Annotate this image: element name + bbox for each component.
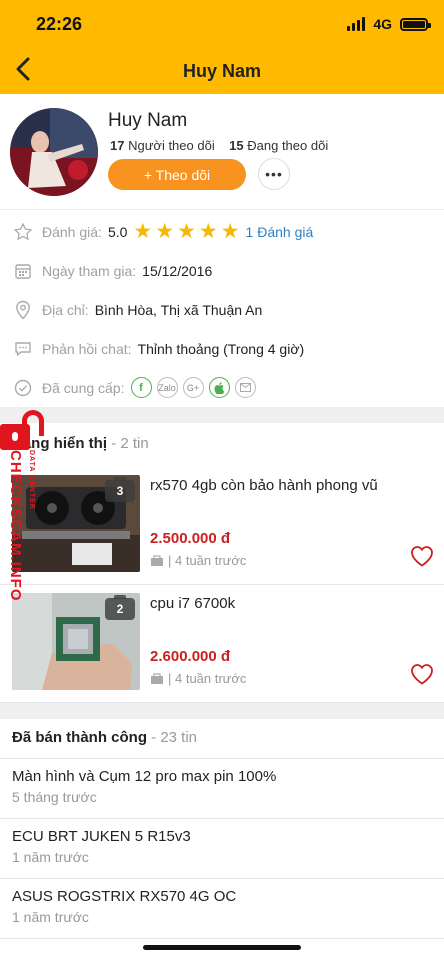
section-divider [0,703,444,719]
address-value: Bình Hòa, Thị xã Thuận An [94,301,263,318]
more-options-button[interactable]: ••• [258,158,290,190]
shop-icon [151,672,163,684]
join-date-row: Ngày tham gia: 15/12/2016 [0,251,444,290]
showing-section-title: Đang hiển thị [12,435,107,452]
sold-section-header: Đã bán thành công - 23 tin [0,719,444,759]
sold-section-count: - 23 tin [151,729,198,746]
listing-thumbnail[interactable]: 3 [12,475,140,572]
signal-icon [347,17,366,31]
section-divider [0,407,444,423]
photo-count-badge: 3 [105,477,135,502]
listing-title[interactable]: rx570 4gb còn bảo hành phong vũ [150,477,378,494]
showing-section-header: Đang hiển thị - 2 tin [0,423,444,467]
heart-icon[interactable] [410,545,434,567]
join-date-label: Ngày tham gia: [42,262,137,279]
listing-thumbnail[interactable]: 2 [12,593,140,690]
battery-icon [400,17,431,31]
listing-time: | 4 tuần trước [168,671,247,686]
listing-time: | 4 tuần trước [168,553,247,568]
listing-meta: | 4 tuần trước [150,671,246,686]
address-row: Địa chỉ: Bình Hòa, Thị xã Thuận An [0,290,444,329]
sold-item-time: 1 năm trước [12,909,89,925]
following-label[interactable]: Đang theo dõi [247,138,328,153]
apple-icon [208,377,230,398]
follow-stats: 17 Người theo dõi 15 Đang theo dõi [110,138,328,153]
verified-label: Đã cung cấp: [42,379,125,396]
listing-item[interactable]: 2 cpu i7 6700k 2.600.000 đ | 4 tuần trướ… [0,585,444,703]
rating-stars: ★ ★ ★ ★ ★ [133,221,239,242]
listing-item[interactable]: 3 rx570 4gb còn bảo hành phong vũ 2.500.… [0,467,444,585]
verified-channels: f Zalo G+ [130,377,256,398]
rating-count-link[interactable]: 1 Đánh giá [246,224,314,240]
join-date-value: 15/12/2016 [142,262,213,279]
sold-item-time: 1 năm trước [12,849,89,865]
google-plus-icon: G+ [182,377,204,398]
avatar[interactable] [10,108,98,196]
followers-count: 17 [110,138,125,153]
calendar-icon [13,261,33,281]
sold-list-item[interactable]: ASUS ROGSTRIX RX570 4G OC 1 năm trước [0,879,444,939]
star-icon: ★ [133,220,153,243]
heart-icon[interactable] [410,663,434,685]
profile-info: Đánh giá: 5.0 ★ ★ ★ ★ ★ 1 Đánh giá Ngày … [0,210,444,407]
chat-response-label: Phản hồi chat: [42,340,132,357]
verified-row: Đã cung cấp: f Zalo G+ [0,368,444,407]
chat-bubble-icon [13,339,33,359]
star-icon: ★ [220,220,240,243]
star-icon: ★ [177,220,196,243]
status-icons: 4G [347,16,431,32]
listing-meta: | 4 tuần trước [150,553,246,568]
avatar-image [10,108,98,196]
listing-price: 2.600.000 đ [150,648,231,665]
sold-item-title: ECU BRT JUKEN 5 R15v3 [12,828,191,845]
showing-section-count: - 2 tin [111,435,149,452]
sold-section-title: Đã bán thành công [12,729,147,746]
home-indicator[interactable] [143,945,301,950]
facebook-icon: f [130,377,152,398]
sold-list-item[interactable]: Màn hình và Cụm 12 pro max pin 100% 5 th… [0,759,444,819]
network-label: 4G [373,16,392,32]
location-pin-icon [13,300,33,320]
shop-icon [151,554,163,566]
page-title: Huy Nam [182,61,262,81]
star-icon: ★ [198,220,218,243]
status-time: 22:26 [36,14,83,34]
rating-row: Đánh giá: 5.0 ★ ★ ★ ★ ★ 1 Đánh giá [0,212,444,251]
chat-response-row: Phản hồi chat: Thỉnh thoảng (Trong 4 giờ… [0,329,444,368]
app-header: 22:26 4G Huy Nam [0,0,444,94]
following-count: 15 [229,138,244,153]
star-outline-icon [13,222,33,242]
sold-item-title: ASUS ROGSTRIX RX570 4G OC [12,888,237,905]
star-icon: ★ [155,220,175,243]
rating-value: 5.0 [107,223,128,240]
listing-price: 2.500.000 đ [150,530,231,547]
profile-card: Huy Nam 17 Người theo dõi 15 Đang theo d… [0,94,444,210]
listing-title[interactable]: cpu i7 6700k [150,595,235,612]
address-label: Địa chỉ: [42,301,89,318]
photo-count-badge: 2 [105,595,135,620]
sold-item-title: Màn hình và Cụm 12 pro max pin 100% [12,768,277,785]
followers-label[interactable]: Người theo dõi [128,138,215,153]
follow-button[interactable]: + Theo dõi [108,159,246,190]
sold-item-time: 5 tháng trước [12,789,97,805]
check-circle-icon [13,378,33,398]
profile-name: Huy Nam [108,110,188,131]
zalo-icon: Zalo [156,377,178,398]
rating-label: Đánh giá: [42,223,102,240]
email-icon [234,377,256,398]
sold-list-item[interactable]: ECU BRT JUKEN 5 R15v3 1 năm trước [0,819,444,879]
chat-response-value: Thỉnh thoảng (Trong 4 giờ) [137,340,305,357]
